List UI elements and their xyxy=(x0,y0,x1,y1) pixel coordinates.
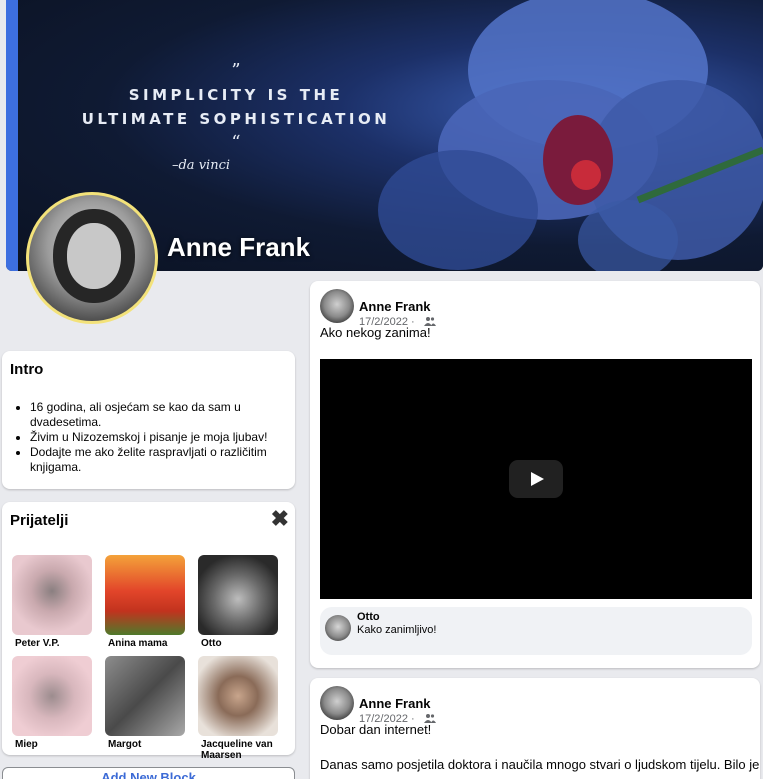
post-header: Anne Frank 17/2/2022 · xyxy=(320,686,750,726)
friend-photo[interactable] xyxy=(198,656,278,736)
friend-item[interactable]: Anina mama xyxy=(105,555,185,656)
friend-name[interactable]: Otto xyxy=(198,638,278,649)
quote-mark-open: ” xyxy=(231,60,241,81)
quote-mark-close: “ xyxy=(231,132,241,153)
comment-author-name[interactable]: Otto xyxy=(357,611,380,623)
friends-icon xyxy=(423,714,436,723)
post-date-text[interactable]: 17/2/2022 · xyxy=(359,316,415,328)
quote-line-2: ULTIMATE SOPHISTICATION xyxy=(81,110,391,128)
cover-quote: ” SIMPLICITY IS THE ULTIMATE SOPHISTICAT… xyxy=(46,60,426,174)
friend-name[interactable]: Margot xyxy=(105,739,185,750)
intro-card: Intro 16 godina, ali osjećam se kao da s… xyxy=(2,351,295,489)
friends-card: Prijatelji ✖ Peter V.P. Anina mama Otto … xyxy=(2,502,295,761)
profile-name: Anne Frank xyxy=(167,232,311,262)
intro-list: 16 godina, ali osjećam se kao da sam u d… xyxy=(10,400,287,475)
friend-photo[interactable] xyxy=(105,656,185,736)
add-new-block-button[interactable]: Add New Block xyxy=(2,767,295,779)
play-icon[interactable] xyxy=(509,460,563,498)
friend-name[interactable]: Peter V.P. xyxy=(12,638,92,649)
quote-line-1: SIMPLICITY IS THE xyxy=(128,86,344,104)
friend-name[interactable]: Anina mama xyxy=(105,638,185,649)
friend-item[interactable]: Margot xyxy=(105,656,185,757)
friends-icon xyxy=(423,317,436,326)
intro-title: Intro xyxy=(10,361,44,378)
friend-item[interactable]: Jacqueline van Maarsen xyxy=(198,656,278,761)
friend-name[interactable]: Jacqueline van Maarsen xyxy=(198,739,278,761)
avatar-face xyxy=(67,223,121,289)
intro-item: Dodajte me ako želite raspravljati o raz… xyxy=(30,445,287,475)
friend-name[interactable]: Miep xyxy=(12,739,92,750)
profile-avatar[interactable] xyxy=(26,192,158,324)
post-author-name[interactable]: Anne Frank xyxy=(359,299,431,314)
comment: Otto Kako zanimljivo! xyxy=(320,607,752,655)
post-card: Anne Frank 17/2/2022 · Dobar dan interne… xyxy=(310,678,760,779)
post-author-name[interactable]: Anne Frank xyxy=(359,696,431,711)
intro-item: Živim u Nizozemskoj i pisanje je moja lj… xyxy=(30,430,287,445)
post-author-avatar[interactable] xyxy=(320,289,354,323)
close-icon[interactable]: ✖ xyxy=(271,506,289,532)
comment-author-avatar[interactable] xyxy=(325,615,351,641)
video-player[interactable] xyxy=(320,359,752,599)
friend-photo[interactable] xyxy=(12,555,92,635)
post-card: Anne Frank 17/2/2022 · Ako nekog zanima!… xyxy=(310,281,760,668)
post-date[interactable]: 17/2/2022 · xyxy=(359,713,436,725)
cover-accent-bar xyxy=(6,0,18,271)
friend-photo[interactable] xyxy=(198,555,278,635)
quote-author: –da vinci xyxy=(171,158,231,173)
friends-title: Prijatelji xyxy=(10,512,69,529)
friend-item[interactable]: Peter V.P. xyxy=(12,555,92,656)
post-author-avatar[interactable] xyxy=(320,686,354,720)
friend-item[interactable]: Otto xyxy=(198,555,278,656)
friend-item[interactable]: Miep xyxy=(12,656,92,757)
comment-text: Kako zanimljivo! xyxy=(357,624,437,636)
friend-photo[interactable] xyxy=(105,555,185,635)
friends-grid: Peter V.P. Anina mama Otto Miep Margot J… xyxy=(12,555,278,761)
post-date[interactable]: 17/2/2022 · xyxy=(359,316,436,328)
post-header: Anne Frank 17/2/2022 · xyxy=(320,289,750,329)
friend-photo[interactable] xyxy=(12,656,92,736)
post-date-text[interactable]: 17/2/2022 · xyxy=(359,713,415,725)
intro-item: 16 godina, ali osjećam se kao da sam u d… xyxy=(30,400,287,430)
post-text-body: Danas samo posjetila doktora i naučila m… xyxy=(320,757,760,772)
